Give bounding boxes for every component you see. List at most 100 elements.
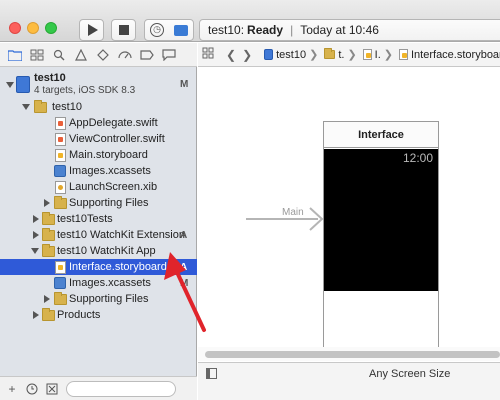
horizontal-scrollbar[interactable] <box>198 347 500 361</box>
storyboard-file-icon <box>399 49 408 60</box>
close-window-button[interactable] <box>9 22 21 34</box>
breadcrumb-project[interactable]: test10 ❯ <box>264 48 318 61</box>
interface-controller-scene[interactable]: Interface 12:00 <box>323 121 439 358</box>
list-item[interactable]: Images.xcassets M <box>0 275 197 291</box>
project-navigator-folder-icon[interactable] <box>6 46 24 64</box>
asset-catalog-icon <box>54 165 66 177</box>
folder-icon <box>42 308 55 321</box>
storyboard-canvas[interactable]: Main Interface 12:00 <box>198 68 500 358</box>
play-icon <box>87 24 98 36</box>
recent-files-clock-icon[interactable] <box>24 381 40 397</box>
stop-button[interactable] <box>111 19 136 41</box>
symbol-navigator-icon[interactable] <box>28 46 46 64</box>
breadcrumb-label: Interface.storyboard (B <box>411 48 500 61</box>
list-item[interactable]: Images.xcassets <box>0 163 197 179</box>
scm-status-badge: A <box>180 261 188 273</box>
list-item[interactable]: Products <box>0 307 197 323</box>
file-label: Supporting Files <box>69 197 149 209</box>
navigator-tabs <box>0 43 197 67</box>
watch-screen[interactable]: 12:00 <box>324 149 438 291</box>
folder-icon <box>34 100 47 113</box>
storyboard-file-icon <box>55 261 66 274</box>
find-navigator-search-icon[interactable] <box>50 46 68 64</box>
file-label: test10 WatchKit Extension <box>57 229 185 241</box>
disclosure-closed-icon[interactable] <box>44 295 50 303</box>
xcode-project-icon <box>264 49 274 60</box>
file-label: Interface.storyboard <box>69 261 167 273</box>
debug-navigator-gauge-icon[interactable] <box>116 46 134 64</box>
list-item[interactable]: Supporting Files <box>0 195 197 211</box>
list-item[interactable]: ViewController.swift <box>0 131 197 147</box>
list-item-selected[interactable]: Interface.storyboard A <box>0 259 197 275</box>
file-label: Images.xcassets <box>69 277 151 289</box>
project-row[interactable]: test10 4 targets, iOS SDK 8.3 M <box>0 71 197 99</box>
swift-file-icon <box>55 133 66 146</box>
watch-time: 12:00 <box>402 151 433 165</box>
disclosure-closed-icon[interactable] <box>33 231 39 239</box>
disclosure-open-icon[interactable] <box>31 248 39 254</box>
swift-file-icon <box>55 117 66 130</box>
breadcrumb-label: test10 <box>276 48 307 61</box>
forward-chevron-icon[interactable]: ❯ <box>242 48 252 62</box>
disclosure-closed-icon[interactable] <box>33 215 39 223</box>
breadcrumb-group[interactable]: t. ❯ <box>324 48 357 61</box>
breakpoint-navigator-icon[interactable] <box>138 46 156 64</box>
minimize-window-button[interactable] <box>27 22 39 34</box>
disclosure-open-icon[interactable] <box>6 82 14 88</box>
run-button[interactable] <box>79 19 104 41</box>
disclosure-open-icon[interactable] <box>22 104 30 110</box>
folder-icon <box>54 196 67 209</box>
zoom-window-button[interactable] <box>45 22 57 34</box>
xcode-window: ◷ test10: Ready | Today at 10:46 test10 … <box>0 0 500 400</box>
test-navigator-diamond-icon[interactable] <box>94 46 112 64</box>
list-item[interactable]: test10 WatchKit Extension A <box>0 227 197 243</box>
back-chevron-icon[interactable]: ❮ <box>226 48 236 62</box>
list-item[interactable]: test10 <box>0 99 197 115</box>
breadcrumb-label: I. <box>374 48 381 61</box>
folder-icon <box>42 244 55 257</box>
list-item[interactable]: Main.storyboard <box>0 147 197 163</box>
file-label: AppDelegate.swift <box>69 117 158 129</box>
list-item[interactable]: test10 WatchKit App <box>0 243 197 259</box>
list-item[interactable]: AppDelegate.swift <box>0 115 197 131</box>
related-items-grid-icon[interactable] <box>202 47 214 62</box>
file-tree: test10 4 targets, iOS SDK 8.3 M test10 A… <box>0 71 197 323</box>
scene-title: Interface <box>324 122 438 148</box>
document-outline-toggle-icon[interactable] <box>206 368 217 379</box>
entry-point-label: Main <box>282 207 304 218</box>
disclosure-closed-icon[interactable] <box>44 199 50 207</box>
scheme-selector[interactable]: ◷ <box>144 19 194 41</box>
scrollbar-thumb[interactable] <box>205 351 500 358</box>
report-navigator-speech-icon[interactable] <box>160 46 178 64</box>
destination-folder-icon <box>174 24 188 36</box>
issue-navigator-warning-icon[interactable] <box>72 46 90 64</box>
size-class-selector[interactable]: Any Screen Size <box>369 368 450 380</box>
file-label: ViewController.swift <box>69 133 165 145</box>
add-file-plus-icon[interactable]: + <box>4 381 20 397</box>
list-item[interactable]: Supporting Files <box>0 291 197 307</box>
storyboard-file-icon <box>55 149 66 162</box>
file-label: Main.storyboard <box>69 149 148 161</box>
navigator-filter-field[interactable] <box>66 380 176 397</box>
project-name: test10 <box>34 72 66 84</box>
breadcrumb-file[interactable]: I. ❯ <box>362 48 393 61</box>
toolbar: ◷ test10: Ready | Today at 10:46 <box>0 0 500 42</box>
xcode-project-icon <box>16 76 30 93</box>
breadcrumb-chevron-icon: ❯ <box>383 49 393 61</box>
breadcrumb-chevron-icon: ❯ <box>309 49 319 61</box>
source-control-filter-icon[interactable] <box>44 381 60 397</box>
scm-status-badge: A <box>180 229 188 241</box>
file-label: Products <box>57 309 101 321</box>
activity-timestamp: Today at 10:46 <box>300 23 379 37</box>
breadcrumb-storyboard[interactable]: Interface.storyboard (B <box>399 49 500 61</box>
xib-file-icon <box>55 181 66 194</box>
list-item[interactable]: LaunchScreen.xib <box>0 179 197 195</box>
disclosure-closed-icon[interactable] <box>33 311 39 319</box>
folder-icon <box>42 228 55 241</box>
project-subtitle: 4 targets, iOS SDK 8.3 <box>34 85 136 96</box>
activity-separator: | <box>290 23 294 37</box>
breadcrumb-label: t. <box>338 48 345 61</box>
file-label: LaunchScreen.xib <box>69 181 158 193</box>
list-item[interactable]: test10Tests <box>0 211 197 227</box>
activity-status: Ready <box>247 23 284 37</box>
